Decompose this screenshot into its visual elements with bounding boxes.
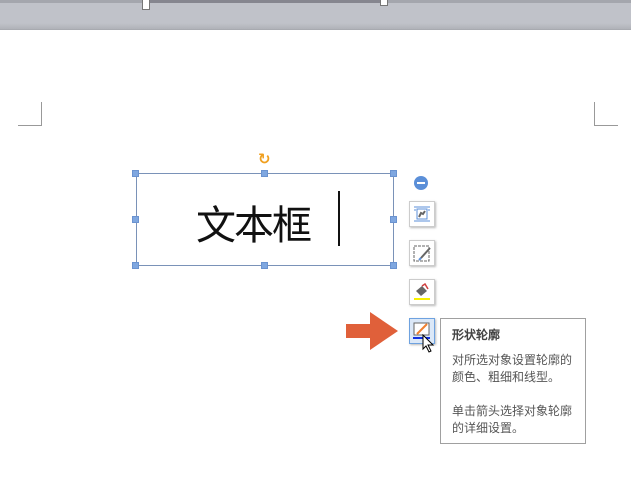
resize-handle[interactable] <box>390 170 397 177</box>
mouse-cursor-icon <box>422 334 435 353</box>
left-indent-marker[interactable] <box>142 0 150 10</box>
right-indent-marker[interactable] <box>380 0 388 6</box>
margin-corner-right <box>594 102 618 126</box>
resize-handle[interactable] <box>132 216 139 223</box>
shape-edit-icon <box>413 245 431 262</box>
resize-handle[interactable] <box>132 262 139 269</box>
arrow-pointer-icon <box>346 312 398 350</box>
shape-outline-tooltip: 形状轮廓 对所选对象设置轮廓的颜色、粗细和线型。 单击箭头选择对象轮廓的详细设置… <box>440 318 586 444</box>
text-wrap-icon <box>414 206 430 222</box>
paint-bucket-icon <box>414 283 430 300</box>
tooltip-hint: 单击箭头选择对象轮廓的详细设置。 <box>452 404 573 435</box>
tooltip-title: 形状轮廓 <box>452 328 501 342</box>
resize-handle[interactable] <box>390 262 397 269</box>
text-caret <box>338 191 340 246</box>
resize-handle[interactable] <box>132 170 139 177</box>
rotate-handle-icon[interactable]: ↻ <box>258 150 271 168</box>
margin-corner-left <box>18 102 42 126</box>
ruler-text-area <box>146 0 384 3</box>
resize-handle[interactable] <box>390 216 397 223</box>
minus-circle-icon[interactable] <box>414 176 428 190</box>
horizontal-ruler[interactable] <box>0 0 631 30</box>
resize-handle[interactable] <box>261 170 268 177</box>
shape-fill-button[interactable] <box>409 279 435 305</box>
shape-style-button[interactable] <box>409 240 435 266</box>
tooltip-description: 对所选对象设置轮廓的颜色、粗细和线型。 <box>452 353 573 384</box>
layout-options-button[interactable] <box>409 201 435 227</box>
text-box-content[interactable]: 文本框 <box>196 193 312 251</box>
resize-handle[interactable] <box>261 262 268 269</box>
